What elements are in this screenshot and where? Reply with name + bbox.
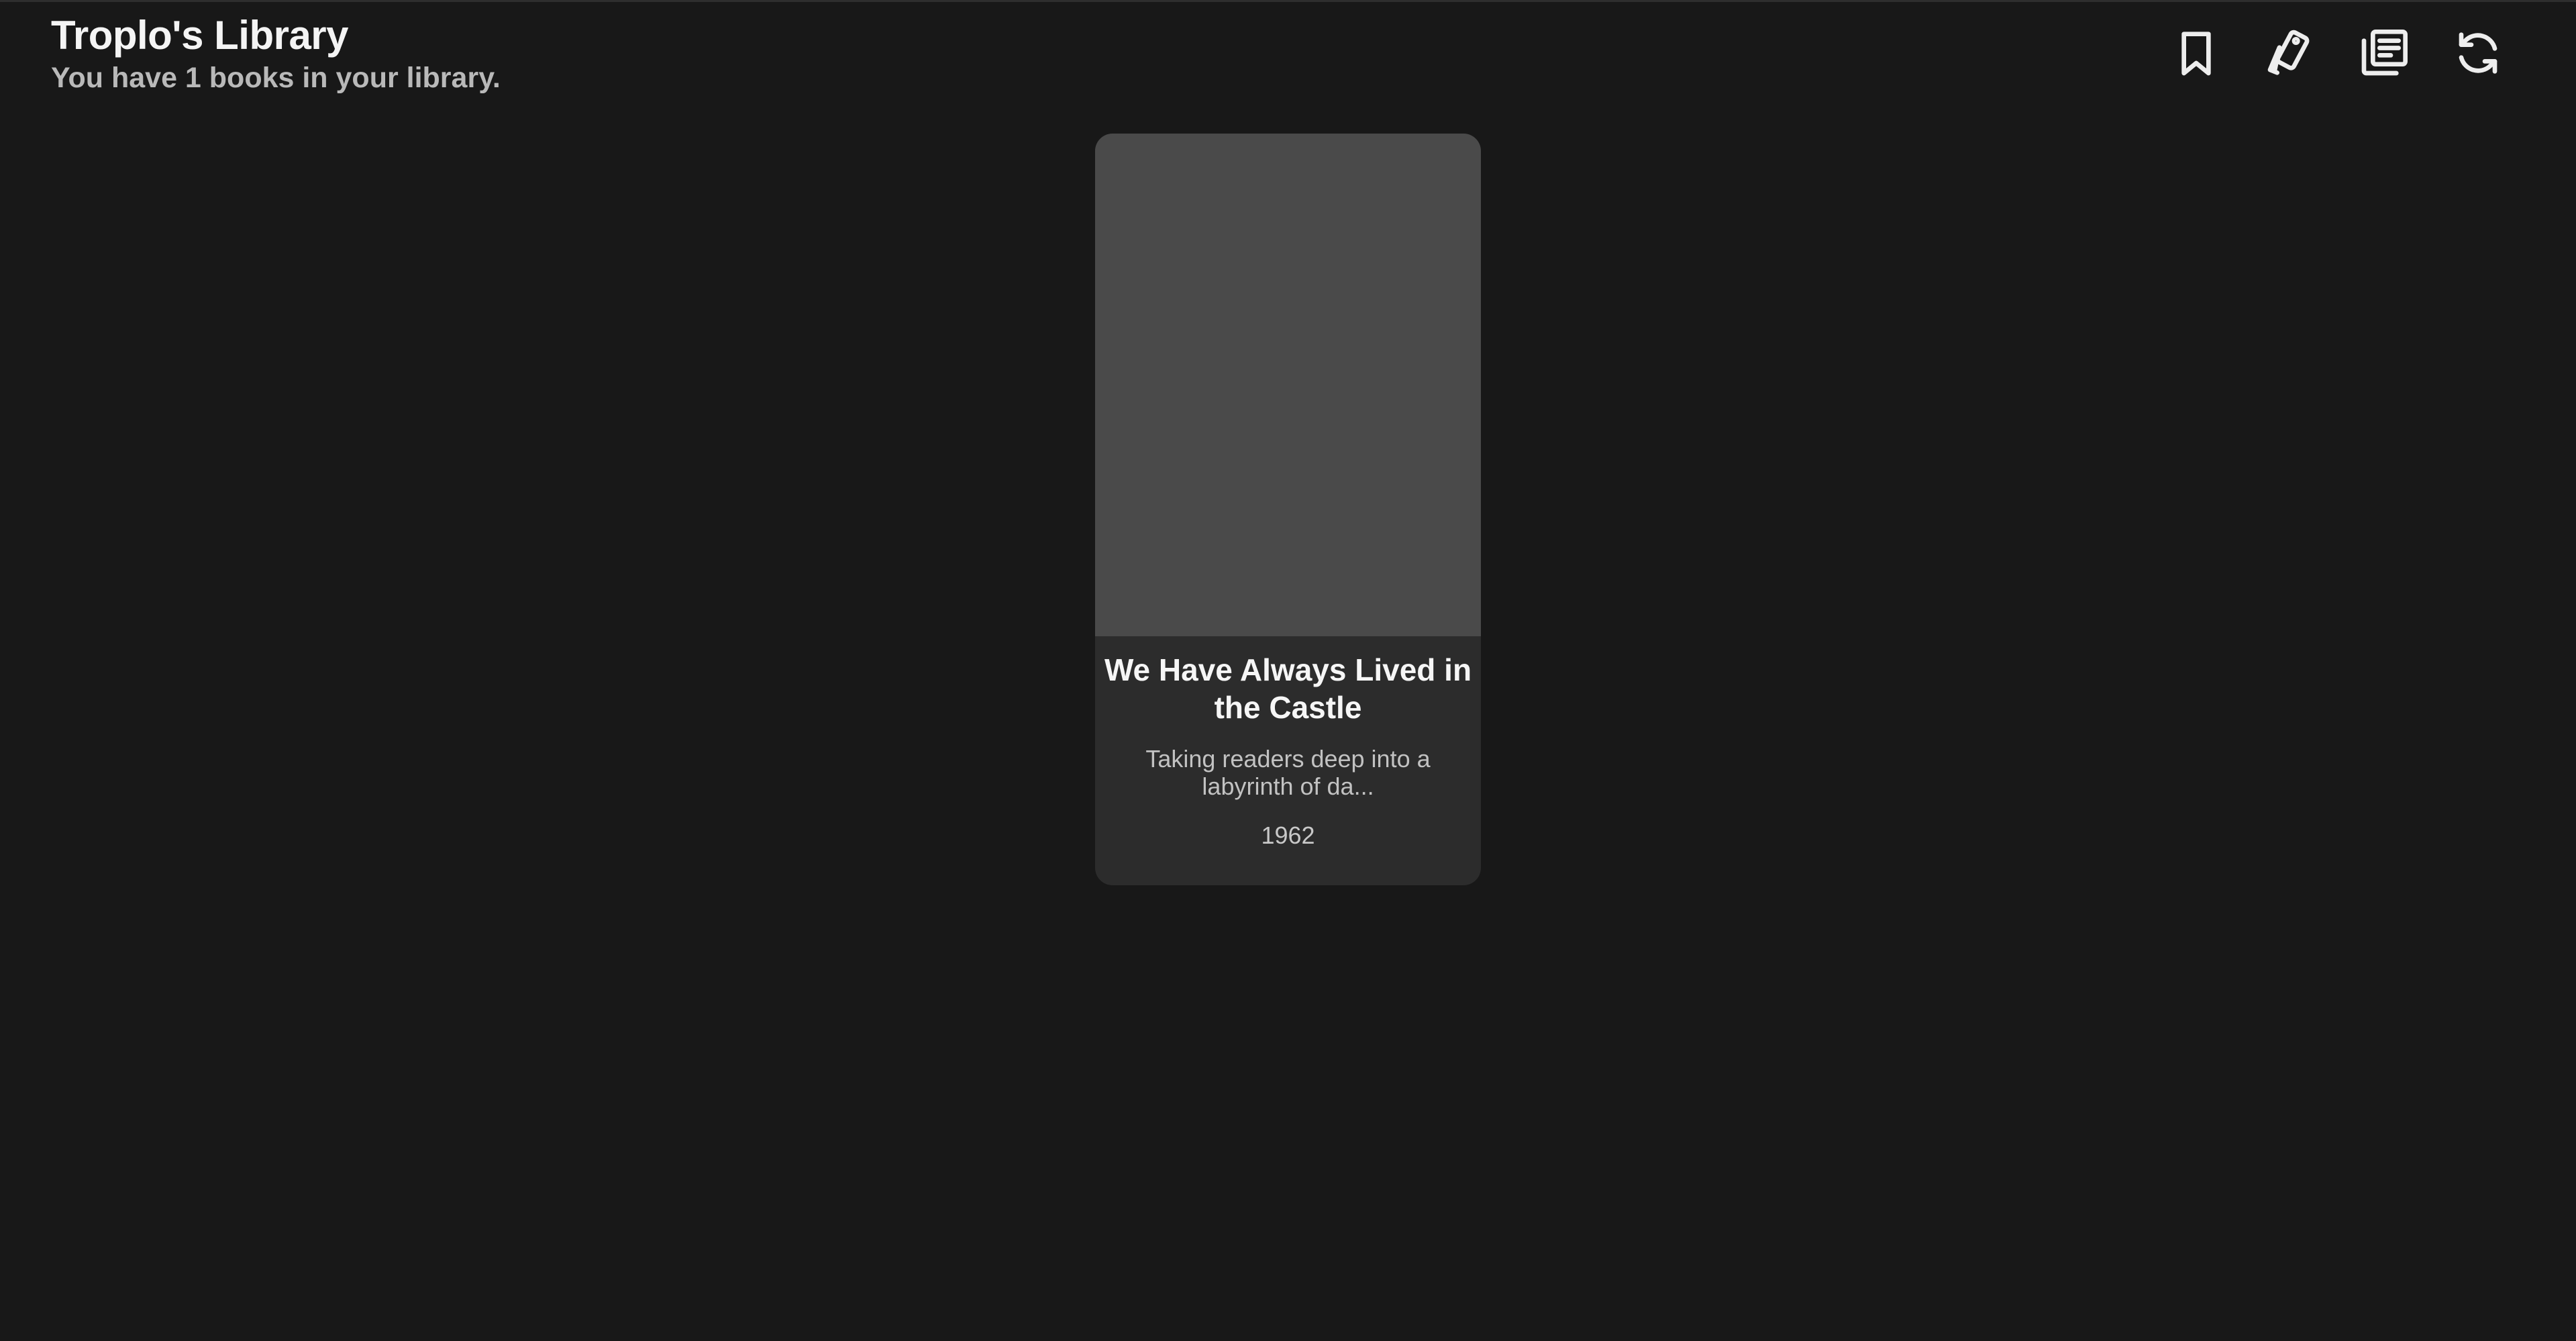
page-header: Troplo's Library You have 1 books in you… <box>51 10 501 95</box>
book-description: Taking readers deep into a labyrinth of … <box>1145 745 1431 800</box>
sync-button[interactable] <box>2450 25 2506 81</box>
tags-icon <box>2267 30 2310 75</box>
book-title: We Have Always Lived in the Castle <box>1104 652 1472 725</box>
library-button[interactable] <box>2356 25 2412 81</box>
bookmarks-button[interactable] <box>2168 25 2224 81</box>
book-cover <box>1095 134 1481 636</box>
library-page: Troplo's Library You have 1 books in you… <box>0 0 2576 1341</box>
toolbar <box>2168 25 2506 81</box>
book-year: 1962 <box>1261 822 1315 849</box>
bookmark-icon <box>2181 32 2211 76</box>
book-card[interactable]: We Have Always Lived in the Castle Takin… <box>1095 134 1481 885</box>
page-title: Troplo's Library <box>51 13 349 58</box>
book-info: We Have Always Lived in the Castle Takin… <box>1095 636 1481 850</box>
refresh-icon <box>2459 32 2497 74</box>
page-subtitle: You have 1 books in your library. <box>51 62 501 94</box>
tags-button[interactable] <box>2262 25 2318 81</box>
library-icon <box>2361 30 2408 76</box>
